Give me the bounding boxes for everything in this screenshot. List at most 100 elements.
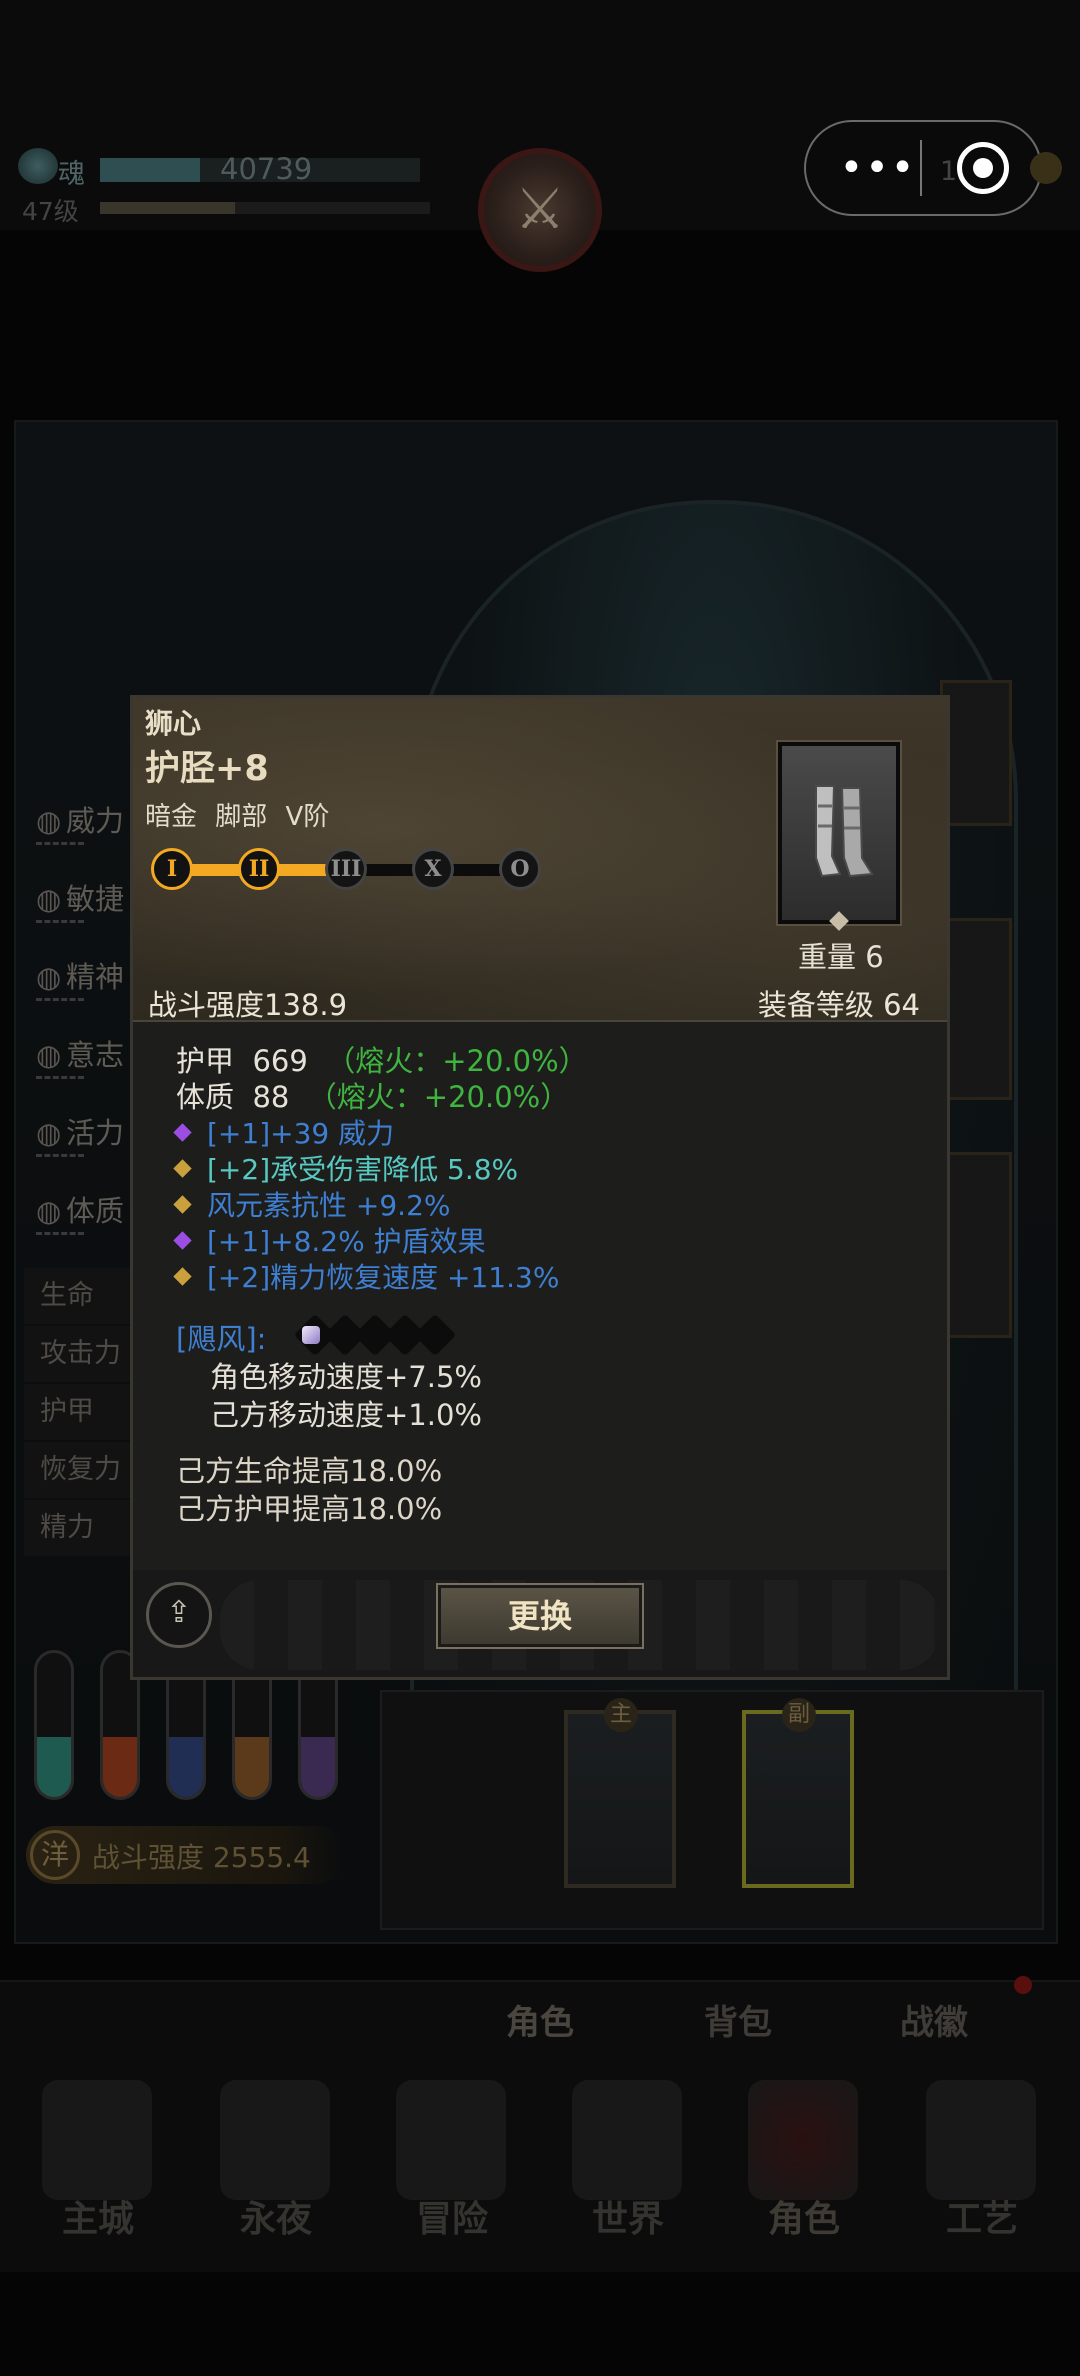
castle-icon[interactable] <box>42 2080 152 2200</box>
adventure-icon[interactable] <box>396 2080 506 2200</box>
nav-character[interactable]: 角色 <box>734 2190 874 2242</box>
stat-value: 88 <box>252 1080 290 1114</box>
affix-text: [+2]承受伤害降低 5.8% <box>207 1153 519 1186</box>
craft-icon[interactable] <box>926 2080 1036 2200</box>
nav-eternal-night[interactable]: 永夜 <box>206 2190 346 2242</box>
total-power-label: 战斗强度 2555.4 <box>92 1841 311 1874</box>
nav-adventure[interactable]: 冒险 <box>382 2190 522 2242</box>
gold-gem-icon <box>173 1266 192 1286</box>
tab-emblem[interactable]: 战徽 <box>900 1995 968 2044</box>
main-weapon-slot[interactable] <box>564 1710 676 1888</box>
side-stat-0: ◍ 威力 <box>36 798 124 845</box>
side-stat-1: ◍ 敏捷 <box>36 876 124 923</box>
attr-row-2: 护甲 <box>24 1384 136 1440</box>
attr-row-3: 恢复力 <box>24 1442 136 1498</box>
conditional-effect-0: 己方生命提高18.0% <box>176 1454 443 1488</box>
item-weight: 重量 6 <box>798 940 884 974</box>
set-effect-1: 己方移动速度+1.0% <box>210 1398 482 1432</box>
item-set-name: 狮心 <box>145 707 202 740</box>
nav-main-city[interactable]: 主城 <box>28 2190 168 2242</box>
tier-node-4: X <box>412 848 454 890</box>
gold-gem-icon <box>173 1194 192 1214</box>
side-stat-2: ◍ 精神 <box>36 954 124 1001</box>
affix-row: [+2]精力恢复速度 +11.3% <box>173 1256 560 1296</box>
affix-text: [+2]精力恢复速度 +11.3% <box>207 1261 560 1294</box>
axe-icon: ⚔ <box>514 177 566 242</box>
equip-slot-gloves[interactable] <box>940 1152 1012 1338</box>
stat-label: 体质 <box>176 1080 235 1114</box>
off-weapon-tag: 副 <box>782 1698 816 1732</box>
capsule-divider <box>920 140 922 196</box>
item-name: 护胫+8 <box>145 749 269 789</box>
resource-vial-0 <box>34 1650 74 1800</box>
stat-bonus: （熔火：+20.0%） <box>326 1044 588 1078</box>
purple-gem-icon <box>173 1230 192 1250</box>
gold-gem-icon <box>173 1158 192 1178</box>
conditional-effect-1: 己方护甲提高18.0% <box>176 1492 443 1526</box>
side-stat-3: ◍ 意志 <box>36 1032 124 1079</box>
purple-gem-icon <box>173 1122 192 1142</box>
tier-node-1: I <box>151 848 193 890</box>
attr-row-0: 生命 <box>24 1268 136 1324</box>
vial-liquid <box>37 1737 71 1797</box>
affix-text: 风元素抗性 +9.2% <box>207 1189 451 1222</box>
target-icon <box>973 158 993 178</box>
replace-button[interactable]: 更换 <box>436 1583 644 1649</box>
side-stat-5: ◍ 体质 <box>36 1188 124 1235</box>
tier-node-5: O <box>499 848 541 890</box>
greaves-icon <box>815 785 874 878</box>
notification-dot <box>1014 1976 1032 1994</box>
nav-world[interactable]: 世界 <box>558 2190 698 2242</box>
tier-node-3: III <box>325 848 367 890</box>
tab-character[interactable]: 角色 <box>506 1995 574 2044</box>
affix-row: [+1]+39 威力 <box>173 1112 395 1152</box>
affix-text: [+1]+39 威力 <box>207 1117 395 1150</box>
weapon-panel <box>380 1690 1044 1930</box>
equip-slot-chest[interactable] <box>940 918 1012 1100</box>
peek-digit: 1 <box>940 156 958 187</box>
soul-icon <box>18 148 58 184</box>
side-stat-4: ◍ 活力 <box>36 1110 124 1157</box>
set-bonus-title: [飓风]: <box>176 1322 267 1356</box>
set-effect-0: 角色移动速度+7.5% <box>210 1360 482 1394</box>
main-stat-constitution: 体质 88 （熔火：+20.0%） <box>176 1074 569 1116</box>
stat-value: 669 <box>252 1044 308 1078</box>
affix-text: [+1]+8.2% 护盾效果 <box>207 1225 486 1258</box>
item-portrait <box>776 740 902 926</box>
attr-row-1: 攻击力 <box>24 1326 136 1382</box>
item-tags: 暗金 脚部 V阶 <box>145 802 330 832</box>
equip-slot-helmet[interactable] <box>940 680 1012 826</box>
more-menu-button[interactable]: ••• <box>838 140 918 196</box>
set-bonus-pips <box>292 1313 458 1357</box>
player-level: 47级 <box>22 197 79 226</box>
item-combat-power: 战斗强度138.9 <box>148 988 348 1022</box>
stat-label: 护甲 <box>176 1044 235 1078</box>
soul-label: 魂 <box>58 159 85 190</box>
item-equip-level: 装备等级 64 <box>757 988 920 1022</box>
character-icon[interactable] <box>748 2080 858 2200</box>
set-piece-gem-icon <box>302 1326 320 1344</box>
vial-liquid <box>103 1737 137 1797</box>
vial-liquid <box>235 1737 269 1797</box>
eternal-night-icon[interactable] <box>220 2080 330 2200</box>
main-weapon-tag: 主 <box>604 1698 638 1732</box>
soul-value: 40739 <box>220 152 313 186</box>
nav-craft[interactable]: 工艺 <box>912 2190 1052 2242</box>
world-icon[interactable] <box>572 2080 682 2200</box>
soul-bar <box>100 158 200 182</box>
tier-node-2: II <box>238 848 280 890</box>
affix-row: 风元素抗性 +9.2% <box>173 1184 451 1224</box>
set-pip <box>413 1313 457 1357</box>
xp-bar-fill <box>100 202 235 214</box>
attr-row-4: 精力 <box>24 1500 136 1556</box>
share-icon: ⇪ <box>166 1595 192 1630</box>
power-icon: 洋 <box>30 1830 80 1880</box>
vial-liquid <box>301 1737 335 1797</box>
vial-liquid <box>169 1737 203 1797</box>
affix-row: [+1]+8.2% 护盾效果 <box>173 1220 486 1260</box>
coin-icon <box>1030 152 1062 184</box>
stat-bonus: （熔火：+20.0%） <box>307 1080 570 1114</box>
tab-backpack[interactable]: 背包 <box>704 1995 772 2044</box>
affix-row: [+2]承受伤害降低 5.8% <box>173 1148 519 1188</box>
off-weapon-slot[interactable] <box>742 1710 854 1888</box>
